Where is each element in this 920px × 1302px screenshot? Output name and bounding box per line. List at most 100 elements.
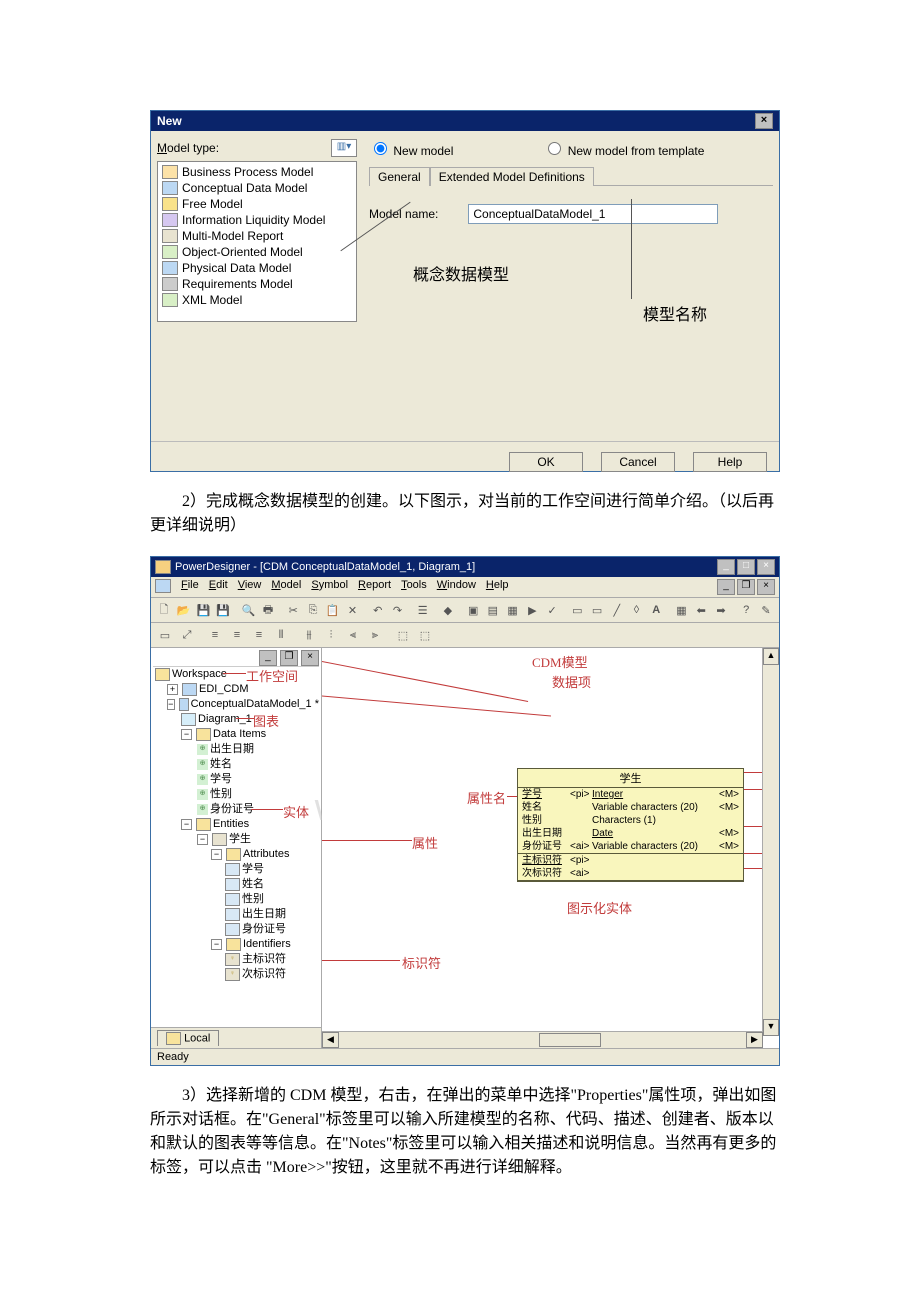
entity-symbol[interactable]: 学生 学号<pi>Integer<M> 姓名Variable character… (517, 768, 744, 882)
menu-report[interactable]: Report (358, 579, 391, 595)
radio-new-model[interactable]: New model (369, 139, 453, 158)
tree-id[interactable]: ♀次标识符 (153, 967, 319, 982)
list-item[interactable]: Information Liquidity Model (162, 212, 352, 228)
fill-icon[interactable]: ◊ (628, 600, 646, 620)
mdi-restore-icon[interactable]: ❐ (737, 579, 755, 595)
menu-file[interactable]: File (181, 579, 199, 595)
minimize-icon[interactable]: _ (717, 559, 735, 575)
scroll-thumb[interactable] (539, 1033, 601, 1047)
dist1-icon[interactable]: ⬚ (393, 625, 413, 645)
shape1-icon[interactable]: ▭ (568, 600, 586, 620)
close-icon[interactable]: × (757, 559, 775, 575)
align2-icon[interactable]: ≡ (227, 625, 247, 645)
align4-icon[interactable]: ⫴ (271, 625, 291, 645)
mdi-minimize-icon[interactable]: _ (717, 579, 735, 595)
tree-attributes[interactable]: −Attributes (153, 847, 319, 862)
tree-attr[interactable]: 姓名 (153, 877, 319, 892)
tree-attr[interactable]: 出生日期 (153, 907, 319, 922)
save-icon[interactable]: 💾 (194, 600, 212, 620)
tree-di[interactable]: ⊕性别 (153, 787, 319, 802)
tree-entity-student[interactable]: −学生 (153, 832, 319, 847)
tree-close-icon[interactable]: × (301, 650, 319, 666)
align8-icon[interactable]: ⫸ (365, 625, 385, 645)
menu-model[interactable]: Model (271, 579, 301, 595)
paste-icon[interactable]: 📋 (324, 600, 342, 620)
tree-diagram[interactable]: Diagram_1 (153, 712, 319, 727)
tab-local[interactable]: Local (157, 1030, 219, 1046)
list-item[interactable]: Multi-Model Report (162, 228, 352, 244)
menu-symbol[interactable]: Symbol (311, 579, 348, 595)
tree-attr[interactable]: 性别 (153, 892, 319, 907)
right-icon[interactable]: ➡ (712, 600, 730, 620)
delete-icon[interactable]: ✕ (344, 600, 362, 620)
report1-icon[interactable]: ▣ (464, 600, 482, 620)
find-icon[interactable]: 🔍 (239, 600, 257, 620)
maximize-icon[interactable]: □ (737, 559, 755, 575)
open-icon[interactable]: 📂 (175, 600, 193, 620)
align5-icon[interactable]: ⫵ (299, 625, 319, 645)
menu-help[interactable]: Help (486, 579, 509, 595)
radio-new-from-template[interactable]: New model from template (543, 139, 704, 158)
line-icon[interactable]: ╱ (608, 600, 626, 620)
align1-icon[interactable]: ≡ (205, 625, 225, 645)
tree-attr[interactable]: 身份证号 (153, 922, 319, 937)
page-icon[interactable]: ▭ (155, 625, 175, 645)
ok-button[interactable]: OK (509, 452, 583, 472)
align6-icon[interactable]: ⫶ (321, 625, 341, 645)
list-item[interactable]: XML Model (162, 292, 352, 308)
tree-id[interactable]: ♀主标识符 (153, 952, 319, 967)
collapse-icon[interactable]: − (197, 834, 208, 845)
list-item[interactable]: Business Process Model (162, 164, 352, 180)
scroll-down-icon[interactable]: ▼ (763, 1019, 779, 1036)
list-item[interactable]: Conceptual Data Model (162, 180, 352, 196)
vertical-scrollbar[interactable]: ▲ ▼ (762, 648, 779, 1032)
tree-attr[interactable]: 学号 (153, 862, 319, 877)
help-button[interactable]: Help (693, 452, 767, 472)
close-icon[interactable]: × (755, 113, 773, 129)
report2-icon[interactable]: ▤ (484, 600, 502, 620)
check-icon[interactable]: ✓ (543, 600, 561, 620)
tree-min-icon[interactable]: _ (259, 650, 277, 666)
text-icon[interactable]: A (647, 600, 665, 620)
report3-icon[interactable]: ▦ (504, 600, 522, 620)
copy-icon[interactable]: ⎘ (304, 600, 322, 620)
nav1-icon[interactable]: ▶ (523, 600, 541, 620)
model-type-list[interactable]: Business Process Model Conceptual Data M… (157, 161, 357, 322)
model-name-input[interactable] (468, 204, 718, 224)
scroll-right-icon[interactable]: ▶ (746, 1032, 763, 1048)
diagram-canvas[interactable]: CDM模型 数据项 属性 标识符 属性名 实体名称 强制，表示该属性不能 类型 … (322, 648, 779, 1048)
menu-window[interactable]: Window (437, 579, 476, 595)
scroll-left-icon[interactable]: ◀ (322, 1032, 339, 1048)
new-icon[interactable]: 🗋 (155, 600, 173, 620)
collapse-icon[interactable]: − (167, 699, 175, 710)
tree-di[interactable]: ⊕学号 (153, 772, 319, 787)
list-item[interactable]: Physical Data Model (162, 260, 352, 276)
cancel-button[interactable]: Cancel (601, 452, 675, 472)
tab-extended[interactable]: Extended Model Definitions (430, 167, 594, 186)
print-icon[interactable]: 🖶 (259, 600, 277, 620)
tree-di[interactable]: ⊕出生日期 (153, 742, 319, 757)
align3-icon[interactable]: ≡ (249, 625, 269, 645)
collapse-icon[interactable]: − (181, 729, 192, 740)
view-toggle-icon[interactable]: ▥▾ (331, 139, 357, 157)
tree-max-icon[interactable]: ❐ (280, 650, 298, 666)
help-icon[interactable]: ? (737, 600, 755, 620)
redo-icon[interactable]: ↷ (389, 600, 407, 620)
cut-icon[interactable]: ✂ (284, 600, 302, 620)
collapse-icon[interactable]: − (211, 849, 222, 860)
list-item[interactable]: Free Model (162, 196, 352, 212)
mdi-close-icon[interactable]: × (757, 579, 775, 595)
horizontal-scrollbar[interactable]: ◀ ▶ (322, 1031, 763, 1048)
tree-identifiers[interactable]: −Identifiers (153, 937, 319, 952)
tab-general[interactable]: General (369, 167, 430, 186)
tree-di[interactable]: ⊕姓名 (153, 757, 319, 772)
expand-icon[interactable]: + (167, 684, 178, 695)
align7-icon[interactable]: ⫷ (343, 625, 363, 645)
list-item[interactable]: Requirements Model (162, 276, 352, 292)
book-icon[interactable]: ◆ (439, 600, 457, 620)
collapse-icon[interactable]: − (211, 939, 222, 950)
tree-cdm1[interactable]: −ConceptualDataModel_1 * (153, 697, 319, 712)
undo-icon[interactable]: ↶ (369, 600, 387, 620)
saveall-icon[interactable]: 💾 (214, 600, 232, 620)
menu-view[interactable]: View (238, 579, 262, 595)
